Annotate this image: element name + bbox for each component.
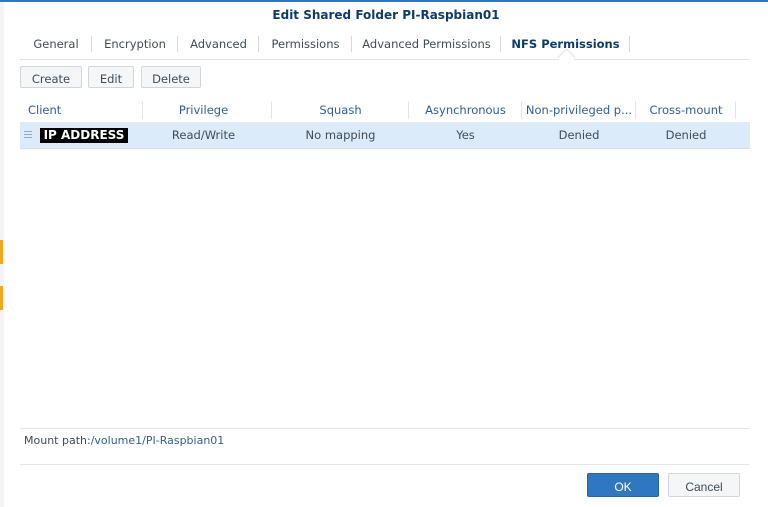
cell-squash: No mapping bbox=[305, 128, 376, 142]
column-header-client[interactable]: Client bbox=[20, 98, 143, 122]
tab-label: Permissions bbox=[271, 37, 340, 51]
column-header-privilege[interactable]: Privilege bbox=[135, 98, 272, 122]
drag-handle-icon[interactable] bbox=[24, 131, 32, 140]
tab-label: Encryption bbox=[104, 37, 166, 51]
tab-encryption[interactable]: Encryption bbox=[92, 31, 178, 57]
tab-permissions[interactable]: Permissions bbox=[259, 31, 352, 57]
tab-general[interactable]: General bbox=[20, 31, 92, 57]
tab-bar: General Encryption Advanced Permissions … bbox=[20, 31, 750, 67]
grid-header: Client Privilege Squash Asynchronous Non… bbox=[20, 98, 750, 123]
tab-advanced-permissions[interactable]: Advanced Permissions bbox=[352, 31, 501, 57]
cell-cross-mount: Denied bbox=[665, 128, 707, 142]
ok-button[interactable]: OK bbox=[587, 473, 659, 497]
background-window-marker bbox=[0, 286, 3, 310]
edit-shared-folder-dialog: Edit Shared Folder PI-Raspbian01 General… bbox=[4, 2, 768, 507]
column-header-asynchronous[interactable]: Asynchronous bbox=[409, 98, 522, 122]
edit-button[interactable]: Edit bbox=[88, 66, 134, 88]
tab-label: Advanced bbox=[190, 37, 247, 51]
divider bbox=[20, 428, 750, 429]
tab-label: Advanced Permissions bbox=[362, 37, 491, 51]
cell-non-privileged: Denied bbox=[558, 128, 600, 142]
cell-asynchronous: Yes bbox=[456, 128, 475, 142]
client-ip-address: IP ADDRESS bbox=[40, 128, 128, 143]
mount-path: Mount path:/volume1/PI-Raspbian01 bbox=[24, 434, 224, 447]
column-header-non-privileged[interactable]: Non-privileged p... bbox=[522, 98, 636, 122]
column-header-squash[interactable]: Squash bbox=[272, 98, 409, 122]
footer-divider bbox=[20, 464, 750, 465]
create-button[interactable]: Create bbox=[20, 66, 82, 88]
tab-label: General bbox=[33, 37, 79, 51]
active-tab-indicator bbox=[556, 48, 576, 67]
nfs-rules-grid: Client Privilege Squash Asynchronous Non… bbox=[20, 98, 750, 149]
background-window-marker bbox=[0, 240, 3, 264]
mount-path-value: /volume1/PI-Raspbian01 bbox=[90, 434, 225, 447]
mount-path-label: Mount path: bbox=[24, 434, 91, 447]
dialog-title: Edit Shared Folder PI-Raspbian01 bbox=[272, 8, 500, 22]
delete-button[interactable]: Delete bbox=[141, 66, 201, 88]
cancel-button[interactable]: Cancel bbox=[668, 473, 740, 497]
cell-privilege: Read/Write bbox=[171, 128, 236, 142]
table-row[interactable]: IP ADDRESS Read/Write No mapping Yes Den… bbox=[20, 123, 750, 149]
tab-advanced[interactable]: Advanced bbox=[178, 31, 259, 57]
tab-nfs-permissions[interactable]: NFS Permissions bbox=[501, 31, 630, 67]
column-header-cross-mount[interactable]: Cross-mount bbox=[636, 98, 736, 122]
